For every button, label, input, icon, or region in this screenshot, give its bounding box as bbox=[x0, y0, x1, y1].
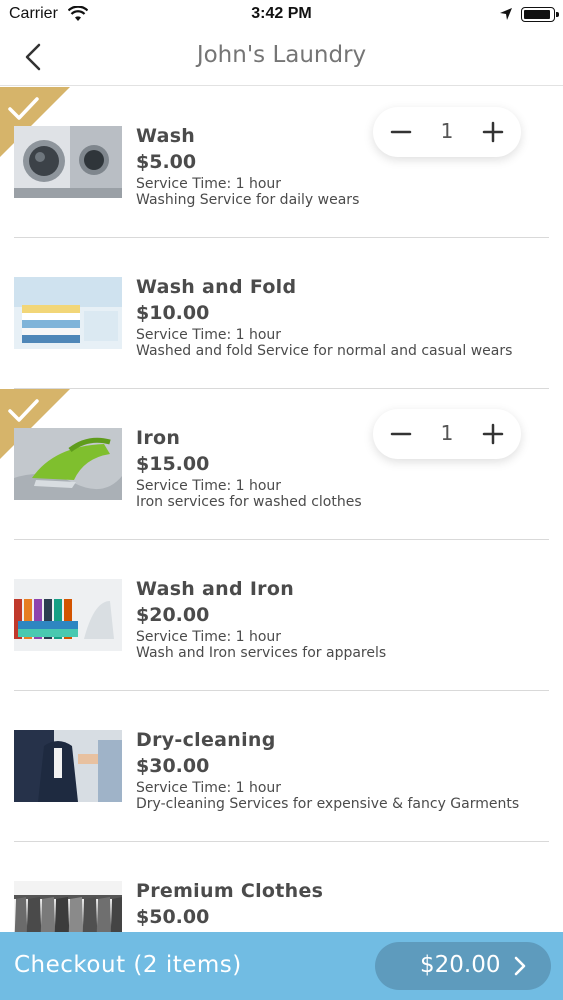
service-name: Wash and Iron bbox=[136, 578, 295, 600]
checkout-total-button[interactable]: $20.00 bbox=[375, 942, 551, 990]
minus-icon[interactable] bbox=[387, 419, 415, 449]
service-price: $15.00 bbox=[136, 453, 210, 475]
checkout-label[interactable]: Checkout (2 items) bbox=[14, 952, 242, 978]
wash-and-iron-thumbnail bbox=[14, 579, 122, 651]
iron-thumbnail bbox=[14, 428, 122, 500]
page-title: John's Laundry bbox=[196, 42, 367, 68]
service-time: Service Time: 1 hour bbox=[136, 478, 282, 494]
service-price: $20.00 bbox=[136, 604, 210, 626]
service-description: Dry-cleaning Services for expensive & fa… bbox=[136, 796, 520, 812]
service-item-wash[interactable]: Wash $5.00 Service Time: 1 hour Washing … bbox=[0, 87, 563, 238]
service-price: $30.00 bbox=[136, 755, 210, 777]
wash-thumbnail bbox=[14, 126, 122, 198]
service-name: Dry-cleaning bbox=[136, 729, 276, 751]
service-price: $50.00 bbox=[136, 906, 210, 928]
quantity-value: 1 bbox=[440, 119, 454, 143]
service-name: Wash bbox=[136, 125, 196, 147]
service-time: Service Time: 1 hour bbox=[136, 629, 282, 645]
location-icon bbox=[500, 8, 512, 20]
service-name: Premium Clothes bbox=[136, 880, 324, 902]
plus-icon[interactable] bbox=[479, 117, 507, 147]
service-item-wash-and-iron[interactable]: Wash and Iron $20.00 Service Time: 1 hou… bbox=[0, 540, 563, 691]
service-list: Wash $5.00 Service Time: 1 hour Washing … bbox=[0, 87, 563, 993]
chevron-right-icon bbox=[514, 956, 526, 976]
checkout-total: $20.00 bbox=[420, 952, 501, 978]
wash-and-fold-thumbnail bbox=[14, 277, 122, 349]
battery-icon bbox=[521, 7, 559, 22]
status-bar: Carrier 3:42 PM bbox=[0, 0, 563, 30]
dry-cleaning-thumbnail bbox=[14, 730, 122, 802]
service-name: Iron bbox=[136, 427, 181, 449]
service-description: Wash and Iron services for apparels bbox=[136, 645, 387, 661]
navigation-bar: John's Laundry bbox=[0, 30, 563, 86]
service-item-dry-cleaning[interactable]: Dry-cleaning $30.00 Service Time: 1 hour… bbox=[0, 691, 563, 842]
service-time: Service Time: 1 hour bbox=[136, 780, 282, 796]
service-description: Iron services for washed clothes bbox=[136, 494, 362, 510]
service-item-wash-and-fold[interactable]: Wash and Fold $10.00 Service Time: 1 hou… bbox=[0, 238, 563, 389]
clock: 3:42 PM bbox=[251, 5, 312, 22]
quantity-stepper: 1 bbox=[373, 107, 521, 157]
plus-icon[interactable] bbox=[479, 419, 507, 449]
quantity-value: 1 bbox=[440, 421, 454, 445]
service-name: Wash and Fold bbox=[136, 276, 297, 298]
service-item-iron[interactable]: Iron $15.00 Service Time: 1 hour Iron se… bbox=[0, 389, 563, 540]
quantity-stepper: 1 bbox=[373, 409, 521, 459]
service-price: $10.00 bbox=[136, 302, 210, 324]
service-description: Washing Service for daily wears bbox=[136, 192, 360, 208]
service-description: Washed and fold Service for normal and c… bbox=[136, 343, 513, 359]
service-time: Service Time: 1 hour bbox=[136, 176, 282, 192]
minus-icon[interactable] bbox=[387, 117, 415, 147]
service-time: Service Time: 1 hour bbox=[136, 327, 282, 343]
checkout-bar[interactable]: Checkout (2 items) $20.00 bbox=[0, 932, 563, 1000]
service-price: $5.00 bbox=[136, 151, 197, 173]
